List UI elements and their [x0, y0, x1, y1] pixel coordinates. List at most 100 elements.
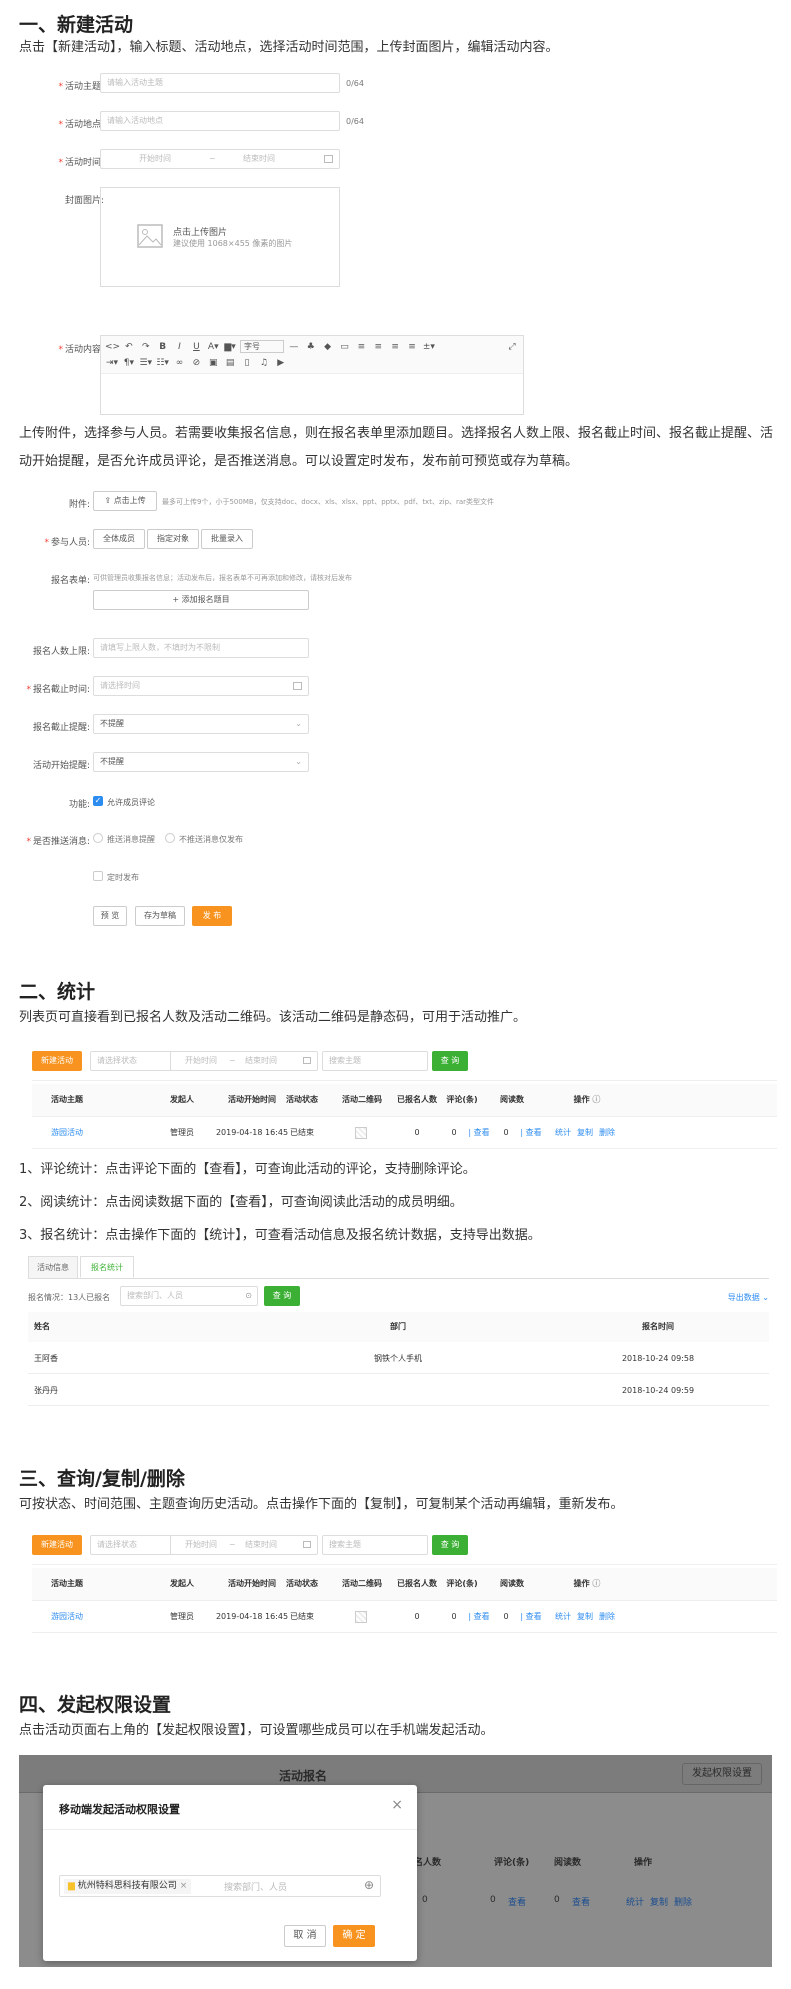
qr-code-icon[interactable]	[355, 1611, 367, 1623]
search-theme-input[interactable]: 搜索主题	[322, 1051, 428, 1071]
folder-icon: ▆	[68, 1881, 75, 1891]
copy-link[interactable]: 复制	[574, 1117, 596, 1149]
underline-icon[interactable]: U	[189, 339, 203, 355]
image-insert-icon[interactable]: ▣	[206, 355, 220, 371]
unordered-list-icon[interactable]: ☷▾	[156, 355, 170, 371]
redo-icon[interactable]: ↷	[139, 339, 153, 355]
align-justify-icon[interactable]: ≡	[405, 339, 419, 355]
bg-color-icon[interactable]: ▆▾	[223, 339, 237, 355]
font-color-icon[interactable]: A▾	[206, 339, 220, 355]
limit-input[interactable]: 请填写上限人数，不填时为不限制	[93, 638, 309, 658]
member-selector-input[interactable]: ▆ 杭州特科思科技有限公司 × 搜索部门、人员 ⊕	[59, 1875, 381, 1897]
close-icon[interactable]: ×	[391, 1797, 403, 1813]
unlink-icon[interactable]: ⊘	[189, 355, 203, 371]
link-icon[interactable]: ∞	[173, 355, 187, 371]
schedule-checkbox[interactable]	[93, 871, 103, 881]
people-specified-button[interactable]: 指定对象	[147, 529, 199, 549]
time-end: 结束时间	[243, 154, 275, 163]
date-range-input[interactable]: 开始时间 ~ 结束时间	[170, 1535, 318, 1555]
stat-link[interactable]: 统计	[552, 1601, 574, 1633]
paragraph-icon[interactable]: ¶▾	[122, 355, 136, 371]
read-view-link[interactable]: | 查看	[516, 1117, 546, 1149]
form-label: 报名表单:	[50, 576, 90, 586]
tab-activity-info[interactable]: 活动信息	[28, 1256, 78, 1278]
time-range-input[interactable]: 开始时间 ~ 结束时间	[100, 149, 340, 169]
comment-view-link[interactable]: | 查看	[464, 1601, 494, 1633]
tag-close-icon[interactable]: ×	[180, 1881, 188, 1891]
permission-settings-button[interactable]: 发起权限设置	[682, 1763, 762, 1785]
theme-input[interactable]: 请输入活动主题	[100, 73, 340, 93]
draft-button[interactable]: 存为草稿	[135, 906, 185, 926]
people-batch-button[interactable]: 批量录入	[201, 529, 253, 549]
file-icon[interactable]: ▯	[240, 355, 254, 371]
italic-icon[interactable]: I	[173, 339, 187, 355]
comment-view-link[interactable]: | 查看	[464, 1117, 494, 1149]
copy-link[interactable]: 复制	[574, 1601, 596, 1633]
allow-comment-checkbox[interactable]: ✓	[93, 796, 103, 806]
preview-button[interactable]: 预 览	[93, 906, 127, 926]
deadline-input[interactable]: 请选择时间	[93, 676, 309, 696]
font-size-select[interactable]: 字号	[240, 340, 284, 353]
activity-theme-link[interactable]: 游园活动	[32, 1117, 102, 1149]
delete-link[interactable]: 删除	[596, 1601, 618, 1633]
publish-button[interactable]: 发 布	[192, 906, 232, 926]
date-range-input[interactable]: 开始时间 ~ 结束时间	[170, 1051, 318, 1071]
push-no-radio[interactable]	[165, 833, 175, 843]
fullscreen-icon[interactable]: ⤢	[505, 339, 519, 355]
allow-comment-label: 允许成员评论	[107, 798, 155, 807]
search-theme-input[interactable]: 搜索主题	[322, 1535, 428, 1555]
stat-link[interactable]: 统计	[552, 1117, 574, 1149]
place-input[interactable]: 请输入活动地点	[100, 111, 340, 131]
stat-search-input[interactable]: 搜索部门、人员 ⊙	[120, 1286, 258, 1306]
people-all-button[interactable]: 全体成员	[93, 529, 145, 549]
align-left-icon[interactable]: ≡	[354, 339, 368, 355]
read-view-link[interactable]: | 查看	[516, 1601, 546, 1633]
add-form-question-button[interactable]: + 添加报名题目	[93, 590, 309, 610]
align-center-icon[interactable]: ≡	[371, 339, 385, 355]
source-icon[interactable]: <>	[105, 339, 120, 355]
bold-icon[interactable]: B	[156, 339, 170, 355]
indent-icon[interactable]: ⇥▾	[105, 355, 119, 371]
read-count-cell: 0	[503, 1612, 509, 1621]
start-remind-value: 不提醒	[100, 757, 124, 766]
attach-upload-button[interactable]: ⇪ 点击上传	[93, 491, 157, 511]
ordered-list-icon[interactable]: ☰▾	[139, 355, 153, 371]
activity-theme-link[interactable]: 游园活动	[32, 1601, 102, 1633]
remind-select[interactable]: 不提醒 ⌄	[93, 714, 309, 734]
date-start: 开始时间	[185, 1056, 217, 1065]
query-button[interactable]: 查 询	[432, 1051, 468, 1071]
align-right-icon[interactable]: ≡	[388, 339, 402, 355]
stat-query-button[interactable]: 查 询	[264, 1286, 300, 1306]
gallery-icon[interactable]: ▤	[223, 355, 237, 371]
bg-cell: 统计	[626, 1898, 645, 1908]
format-brush-icon[interactable]: ♣	[304, 339, 318, 355]
cancel-button[interactable]: 取 消	[284, 1925, 326, 1947]
hr-icon[interactable]: —	[287, 339, 301, 355]
undo-icon[interactable]: ↶	[122, 339, 136, 355]
video-icon[interactable]: ▶	[274, 355, 288, 371]
push-yes-radio[interactable]	[93, 833, 103, 843]
column-header: 已报名人数	[397, 1579, 437, 1588]
eraser-icon[interactable]: ◆	[321, 339, 335, 355]
new-activity-button[interactable]: 新建活动	[32, 1051, 82, 1071]
music-icon[interactable]: ♫	[257, 355, 271, 371]
date-start: 开始时间	[185, 1540, 217, 1549]
start-time-cell: 2019-04-18 16:45	[215, 1612, 289, 1621]
tab-signup-stats[interactable]: 报名统计	[80, 1256, 134, 1278]
add-circle-icon[interactable]: ⊕	[364, 1878, 374, 1892]
export-data-link[interactable]: 导出数据 ⌄	[728, 1292, 769, 1303]
cover-upload-box[interactable]: 点击上传图片 建议使用 1068×455 像素的图片	[100, 187, 340, 287]
delete-link[interactable]: 删除	[596, 1117, 618, 1149]
schedule-label: 定时发布	[107, 873, 139, 882]
query-button[interactable]: 查 询	[432, 1535, 468, 1555]
line-height-icon[interactable]: ±▾	[422, 339, 436, 355]
ok-button[interactable]: 确 定	[333, 1925, 375, 1947]
start-remind-select[interactable]: 不提醒 ⌄	[93, 752, 309, 772]
new-activity-button[interactable]: 新建活动	[32, 1535, 82, 1555]
paste-icon[interactable]: ▭	[338, 339, 352, 355]
bg-cell: 0	[490, 1895, 496, 1905]
signed-count-cell: 0	[414, 1612, 420, 1621]
qr-code-icon[interactable]	[355, 1127, 367, 1139]
rich-editor[interactable]: <> ↶ ↷ B I U A▾ ▆▾ 字号 — ♣ ◆ ▭ ≡ ≡ ≡ ≡ ±▾…	[100, 335, 524, 415]
member-search-placeholder: 搜索部门、人员	[224, 1883, 288, 1893]
